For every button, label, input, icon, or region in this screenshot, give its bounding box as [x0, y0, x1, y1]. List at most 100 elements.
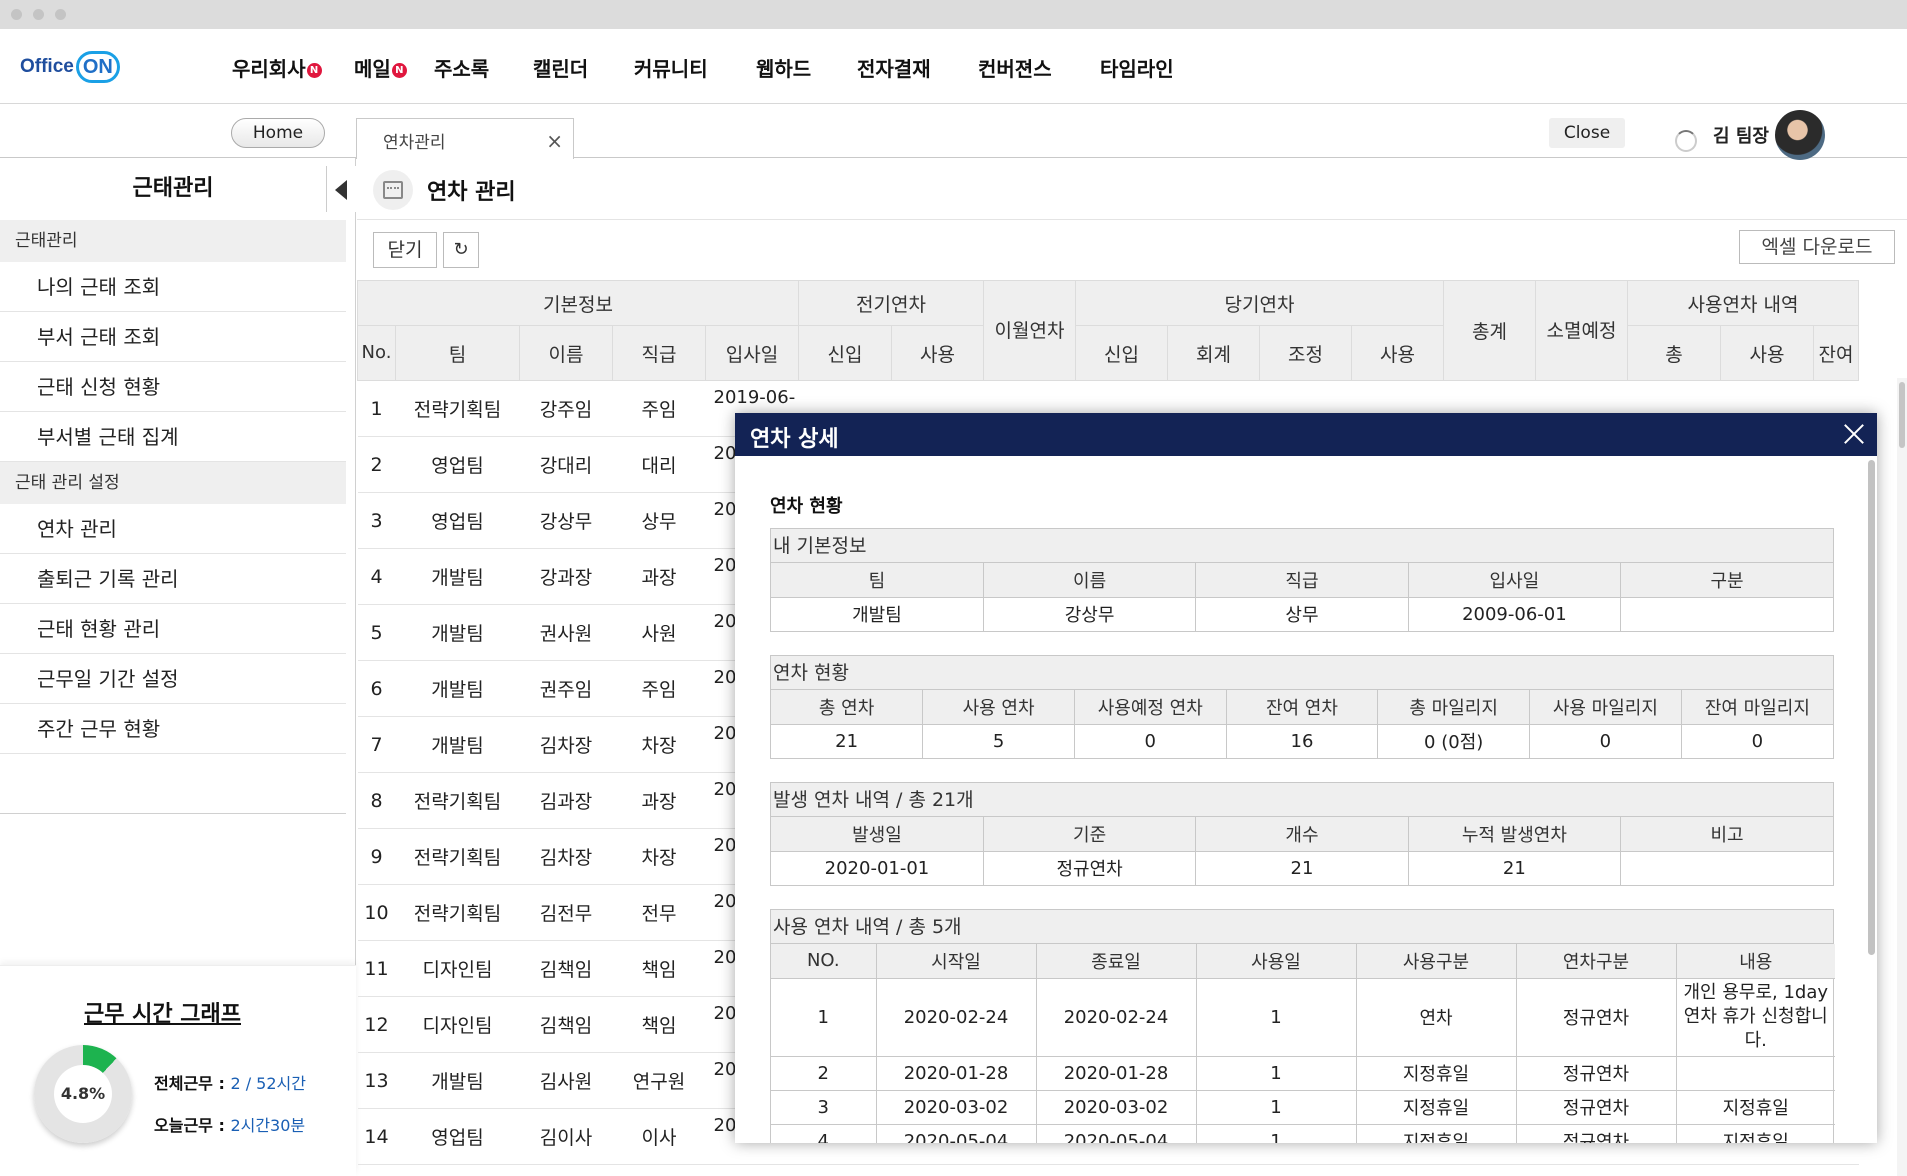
cell-team: 전략기획팀 — [395, 772, 520, 829]
leave-status-box: 연차 현황 총 연차 사용 연차 사용예정 연차 잔여 연차 총 마일리지 사용… — [770, 655, 1834, 759]
cell-rank: 차장 — [612, 716, 706, 773]
status-cell: 5 — [922, 724, 1075, 758]
used-leave-caption: 사용 연차 내역 / 총 5개 — [771, 910, 1833, 944]
used-cell: 2020-02-24 — [1036, 978, 1197, 1057]
used-cell: 1 — [1196, 1056, 1357, 1091]
used-row[interactable]: 4 2020-05-04 2020-05-04 1 지정휴일 정규연차 지정휴일 — [771, 1124, 1835, 1143]
issued-col: 발생일 — [771, 817, 984, 852]
sidebar-item-weekly-status[interactable]: 주간 근무 현황 — [0, 704, 346, 754]
window-close-dot[interactable] — [11, 9, 22, 20]
window-minimize-dot[interactable] — [33, 9, 44, 20]
header-carryover: 이월연차 — [983, 280, 1076, 381]
cell-name: 강상무 — [519, 492, 613, 549]
menu-approval[interactable]: 전자결재 — [857, 53, 931, 82]
scrollbar-thumb[interactable] — [1899, 382, 1905, 448]
sidebar-item-status-manage[interactable]: 근태 현황 관리 — [0, 604, 346, 654]
col-no: No. — [357, 325, 396, 381]
loading-icon — [1675, 130, 1697, 152]
used-leave-box: 사용 연차 내역 / 총 5개 NO. 시작일 종료일 사용일 사용구분 연차구… — [770, 909, 1835, 1143]
used-cell: 2020-05-04 — [876, 1124, 1037, 1143]
cell-team: 영업팀 — [395, 436, 520, 493]
cell-name: 강주임 — [519, 380, 613, 437]
menu-company[interactable]: 우리회사 N — [232, 53, 322, 82]
menu-calendar[interactable]: 캘린더 — [533, 53, 588, 82]
cell-rank: 주임 — [612, 380, 706, 437]
work-time-graph: 근무 시간 그래프 4.8% 전체근무 : 2 / 52시간 오늘근무 : 2시… — [0, 965, 356, 1176]
tab-label: 연차관리 — [383, 133, 446, 153]
cell-no: 4 — [357, 548, 396, 605]
status-col: 잔여 마일리지 — [1681, 690, 1833, 725]
used-cell: 2020-02-24 — [876, 978, 1037, 1057]
tab-annual-leave[interactable]: 연차관리 × — [356, 118, 574, 159]
close-button[interactable]: Close — [1549, 118, 1625, 148]
total-work-label: 전체근무 : — [154, 1074, 225, 1093]
cell-no: 8 — [357, 772, 396, 829]
issued-leave-box: 발생 연차 내역 / 총 21개 발생일 기준 개수 누적 발생연차 비고 20… — [770, 782, 1834, 886]
cell-name: 김이사 — [519, 1108, 613, 1165]
used-col: 사용구분 — [1356, 944, 1517, 979]
col-team: 팀 — [395, 325, 520, 381]
sidebar-item-commute-records[interactable]: 출퇴근 기록 관리 — [0, 554, 346, 604]
issued-col: 비고 — [1620, 817, 1833, 852]
menu-timeline[interactable]: 타임라인 — [1100, 53, 1174, 82]
cell-no: 14 — [357, 1108, 396, 1165]
logo-on-mark: ON — [75, 51, 120, 83]
cell-team: 개발팀 — [395, 716, 520, 773]
col-hist-total: 총 — [1627, 325, 1721, 381]
close-page-button[interactable]: 닫기 — [373, 232, 437, 268]
graph-title[interactable]: 근무 시간 그래프 — [84, 996, 241, 1028]
modal-scrollbar-thumb[interactable] — [1868, 460, 1875, 955]
refresh-button[interactable]: ↻ — [443, 232, 479, 268]
sidebar-item-my-attendance[interactable]: 나의 근태 조회 — [0, 262, 346, 312]
sidebar-collapse-button[interactable] — [326, 166, 356, 212]
cell-name: 김차장 — [519, 828, 613, 885]
sidebar-item-annual-leave[interactable]: 연차 관리 — [0, 504, 346, 554]
cell-no: 12 — [357, 996, 396, 1053]
cell-team: 개발팀 — [395, 604, 520, 661]
issued-cell: 21 — [1408, 851, 1622, 885]
officeon-logo[interactable]: Office ON — [20, 49, 120, 85]
sidebar-item-dept-summary[interactable]: 부서별 근태 집계 — [0, 412, 346, 462]
used-row[interactable]: 3 2020-03-02 2020-03-02 1 지정휴일 정규연차 지정휴일 — [771, 1090, 1835, 1125]
status-col: 사용 마일리지 — [1529, 690, 1682, 725]
used-cell: 연차 — [1356, 978, 1517, 1057]
cell-team: 전략기획팀 — [395, 380, 520, 437]
used-row[interactable]: 2 2020-01-28 2020-01-28 1 지정휴일 정규연차 — [771, 1056, 1835, 1091]
status-cell: 0 (0점) — [1377, 724, 1531, 758]
sidebar-group-attendance[interactable]: 근태관리 — [0, 220, 346, 262]
excel-download-button[interactable]: 엑셀 다운로드 — [1739, 230, 1895, 264]
basic-col: 구분 — [1620, 563, 1833, 598]
cell-no: 6 — [357, 660, 396, 717]
avatar[interactable] — [1774, 110, 1825, 160]
menu-mail[interactable]: 메일 N — [354, 53, 407, 82]
used-row[interactable]: 1 2020-02-24 2020-02-24 1 연차 정규연차 개인 용무로, 1day… — [771, 978, 1835, 1057]
window-maximize-dot[interactable] — [55, 9, 66, 20]
home-button[interactable]: Home — [231, 118, 325, 148]
used-cell: 정규연차 — [1516, 1090, 1677, 1125]
cell-name: 김과장 — [519, 772, 613, 829]
table-scrollbar[interactable] — [1897, 378, 1907, 1176]
user-name[interactable]: 김 팀장 — [1713, 122, 1769, 148]
sidebar-item-dept-attendance[interactable]: 부서 근태 조회 — [0, 312, 346, 362]
header-prev-leave: 전기연차 — [798, 280, 984, 326]
menu-address-book[interactable]: 주소록 — [434, 53, 489, 82]
modal-close-icon[interactable] — [1841, 421, 1867, 447]
basic-info-caption: 내 기본정보 — [771, 529, 1833, 563]
sidebar-group-settings[interactable]: 근태 관리 설정 — [0, 462, 346, 504]
menu-convergence[interactable]: 컨버젼스 — [978, 53, 1052, 82]
menu-webhard[interactable]: 웹하드 — [756, 53, 811, 82]
used-cell: 1 — [1196, 1124, 1357, 1143]
sidebar-item-workday-period[interactable]: 근무일 기간 설정 — [0, 654, 346, 704]
cell-team: 개발팀 — [395, 1052, 520, 1109]
col-cur-adjust: 조정 — [1259, 325, 1352, 381]
sidebar-item-request-status[interactable]: 근태 신청 현황 — [0, 362, 346, 412]
used-col: 시작일 — [876, 944, 1037, 979]
menu-community[interactable]: 커뮤니티 — [634, 53, 708, 82]
used-cell: 3 — [771, 1090, 877, 1125]
used-cell: 4 — [771, 1124, 877, 1143]
cell-rank: 과장 — [612, 548, 706, 605]
cell-rank: 사원 — [612, 604, 706, 661]
tab-close-icon[interactable]: × — [546, 129, 563, 153]
used-cell: 지정휴일 — [1676, 1090, 1835, 1125]
modal-scrollbar[interactable] — [1866, 456, 1877, 1143]
